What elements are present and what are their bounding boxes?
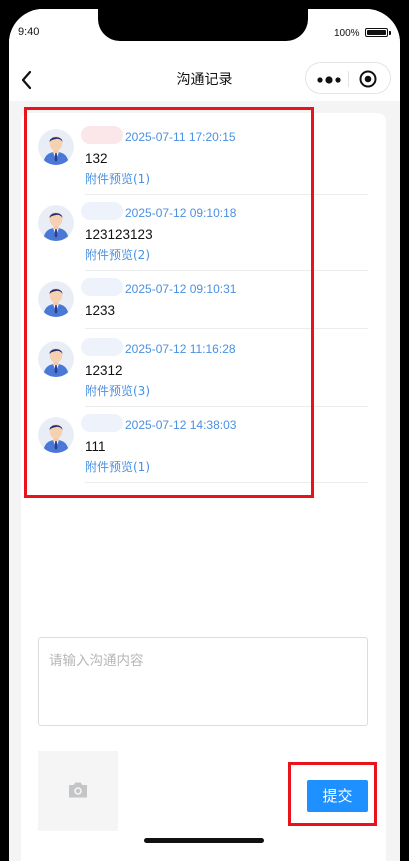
home-indicator xyxy=(144,838,264,843)
mini-program-capsule xyxy=(305,62,391,94)
image-upload[interactable] xyxy=(38,751,118,831)
camera-icon xyxy=(69,782,87,798)
battery-percentage: 100% xyxy=(334,28,360,39)
capsule-divider xyxy=(348,71,349,87)
status-bar: 9:40 100% xyxy=(9,9,400,55)
submit-highlight-box xyxy=(288,762,377,826)
target-circle-icon[interactable] xyxy=(358,69,378,89)
records-highlight-box xyxy=(24,107,314,498)
more-dots-icon[interactable] xyxy=(316,72,344,86)
navigation-bar: 沟通记录 xyxy=(9,55,400,101)
status-time: 9:40 xyxy=(18,26,40,38)
communication-input[interactable]: 请输入沟通内容 xyxy=(38,637,368,726)
notch xyxy=(98,9,308,41)
input-placeholder: 请输入沟通内容 xyxy=(49,653,144,669)
battery-icon xyxy=(365,28,388,37)
battery-tip xyxy=(389,31,391,35)
